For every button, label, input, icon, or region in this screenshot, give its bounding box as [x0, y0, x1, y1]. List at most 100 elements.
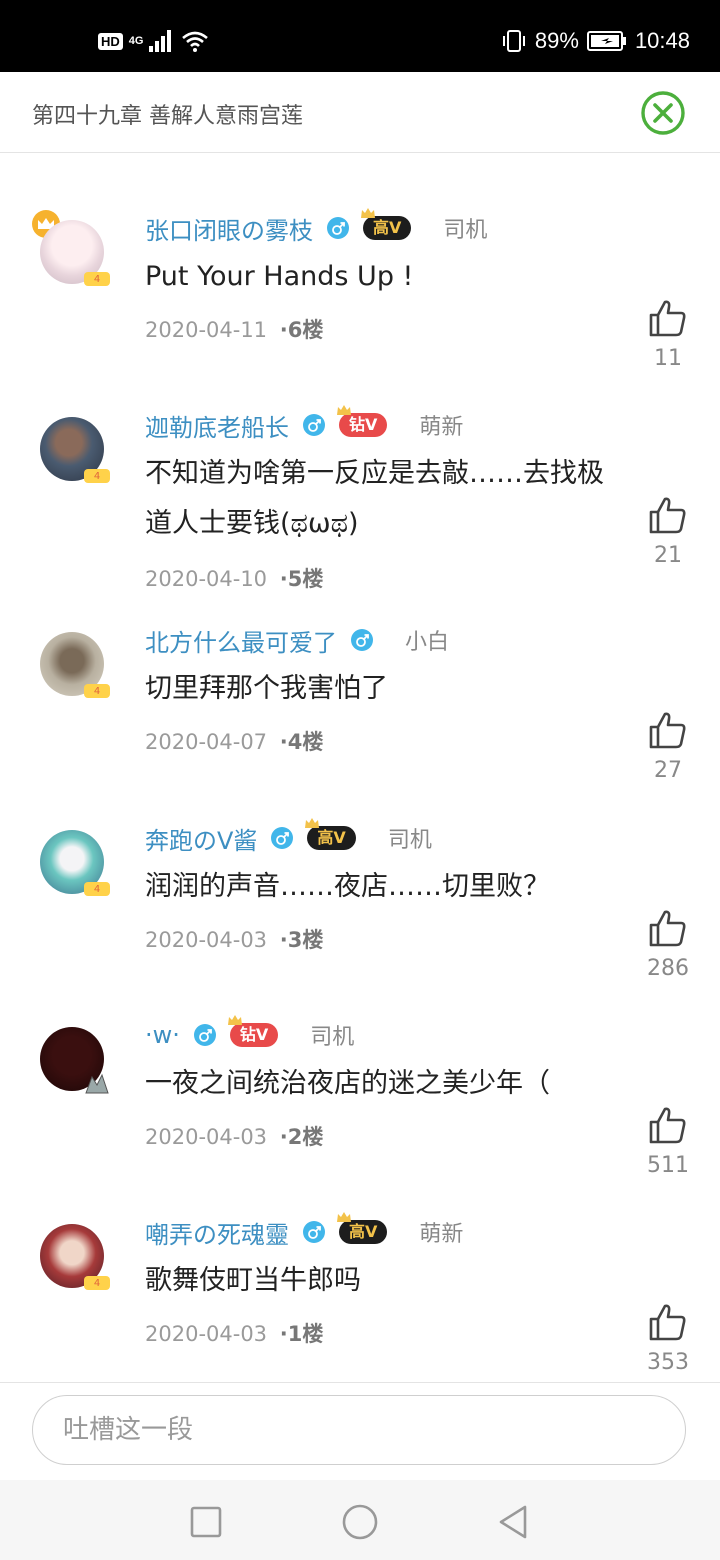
- like-button[interactable]: 353: [642, 1302, 694, 1375]
- level-badge-icon: 4: [84, 684, 110, 698]
- comment-text: 切里拜那个我害怕了: [145, 673, 388, 704]
- battery-percent: 89%: [534, 28, 579, 53]
- male-icon: [303, 414, 325, 436]
- comment-date: 2020-04-03 ·3楼: [145, 924, 323, 954]
- vip-crown-icon: [305, 818, 320, 828]
- vip-badge: 高V: [337, 1212, 388, 1244]
- male-icon: [303, 1221, 325, 1243]
- comment-meta: 张口闭眼の雾枝 高V 司机: [145, 208, 487, 246]
- thumbs-up-icon: [649, 497, 686, 534]
- username[interactable]: ·w·: [145, 1021, 180, 1049]
- date: 2020-04-03: [145, 1322, 268, 1346]
- username[interactable]: 张口闭眼の雾枝: [145, 211, 313, 246]
- user-role: 司机: [387, 828, 432, 853]
- like-count: 511: [647, 1153, 689, 1178]
- like-count: 27: [654, 758, 682, 783]
- vip-badge: 高V: [361, 208, 412, 240]
- vip-label: 高V: [349, 1222, 378, 1241]
- svg-text:4: 4: [94, 686, 100, 697]
- floor-number: ·1楼: [279, 1322, 324, 1346]
- comment-date: 2020-04-03 ·2楼: [145, 1121, 323, 1151]
- like-button[interactable]: 286: [642, 908, 694, 981]
- like-count: 11: [654, 346, 682, 371]
- like-button[interactable]: 27: [642, 710, 694, 783]
- thumbs-up-icon: [649, 910, 686, 947]
- svg-text:4: 4: [94, 274, 100, 285]
- comment-text: 一夜之间统治夜店的迷之美少年（: [145, 1068, 550, 1099]
- comment-date: 2020-04-10 ·5楼: [145, 563, 323, 593]
- floor-number: ·4楼: [279, 730, 324, 754]
- male-icon: [193, 1024, 216, 1046]
- vip-label: 钻V: [239, 1025, 269, 1044]
- comment-date: 2020-04-11 ·6楼: [145, 314, 323, 344]
- comment-text: Put Your Hands Up !: [145, 261, 414, 292]
- username[interactable]: 北方什么最可爱了: [145, 623, 337, 658]
- chapter-title: 第四十九章 善解人意雨宫莲: [32, 104, 303, 129]
- level-badge-icon: 4: [84, 469, 110, 483]
- vip-crown-icon: [361, 208, 375, 218]
- username[interactable]: 嘲弄の死魂靈: [145, 1215, 289, 1250]
- thumbs-up-icon: [649, 300, 686, 337]
- level-badge-icon: 4: [84, 882, 110, 896]
- male-icon: [351, 629, 373, 651]
- username[interactable]: 奔跑のV酱: [145, 821, 257, 856]
- like-button[interactable]: 21: [642, 495, 694, 568]
- level-badge-icon: 4: [84, 1276, 110, 1290]
- vip-badge: 钻V: [227, 1015, 279, 1047]
- status-left: HD 4G: [98, 30, 209, 52]
- like-count: 286: [647, 956, 689, 981]
- user-role: 萌新: [419, 1222, 464, 1247]
- user-role: 小白: [405, 630, 450, 655]
- vip-badge: 钻V: [337, 405, 388, 437]
- vip-badge: 高V: [305, 818, 356, 850]
- vip-crown-icon: [337, 405, 351, 415]
- date: 2020-04-10: [145, 567, 268, 591]
- home-circle-icon[interactable]: [340, 1502, 380, 1542]
- date: 2020-04-03: [145, 928, 268, 952]
- date: 2020-04-07: [145, 730, 268, 754]
- recent-apps-square-icon[interactable]: [186, 1502, 226, 1542]
- svg-text:4: 4: [94, 1278, 100, 1289]
- user-role: 司机: [310, 1025, 355, 1050]
- comment-text: 润润的声音……夜店……切里败？: [145, 871, 550, 902]
- comment-date: 2020-04-03 ·1楼: [145, 1318, 323, 1348]
- clock: 10:48: [634, 28, 690, 53]
- battery-icon: [586, 31, 626, 51]
- like-count: 353: [647, 1350, 689, 1375]
- comment-date: 2020-04-07 ·4楼: [145, 726, 323, 756]
- svg-text:4: 4: [94, 884, 100, 895]
- vip-label: 钻V: [349, 415, 378, 434]
- level-badge-icon: [85, 1073, 109, 1094]
- wifi-icon: [182, 31, 209, 52]
- comment-list[interactable]: 4 张口闭眼の雾枝 高V 司机 Put Your Hands Up ! 2020…: [0, 153, 720, 1381]
- floor-number: ·2楼: [279, 1125, 324, 1149]
- floor-number: ·3楼: [279, 928, 324, 952]
- comment-text: 歌舞伎町当牛郎吗: [145, 1265, 361, 1296]
- comment-input-bar: [0, 1382, 720, 1481]
- thumbs-up-icon: [649, 1304, 686, 1341]
- like-button[interactable]: 11: [642, 298, 694, 371]
- network-label: 4G: [128, 35, 144, 47]
- like-button[interactable]: 511: [642, 1105, 694, 1178]
- thumbs-up-icon: [649, 712, 686, 749]
- vip-crown-icon: [227, 1015, 242, 1025]
- comment-meta: ·w· 钻V 司机: [145, 1015, 355, 1053]
- system-nav-bar: [0, 1480, 720, 1560]
- back-triangle-icon[interactable]: [494, 1502, 534, 1542]
- comment-meta: 奔跑のV酱 高V 司机: [145, 818, 432, 856]
- vip-crown-icon: [337, 1212, 351, 1222]
- vip-label: 高V: [373, 218, 402, 237]
- vibrate-icon: [502, 30, 525, 52]
- comment-text: 不知道为啥第一反应是去敲……去找极道人士要钱(ಥωಥ): [145, 458, 604, 539]
- vip-label: 高V: [317, 828, 346, 847]
- like-count: 21: [654, 543, 682, 568]
- signal-icon: [149, 30, 172, 52]
- floor-number: ·6楼: [279, 318, 324, 342]
- close-icon[interactable]: [640, 90, 686, 136]
- user-role: 萌新: [419, 415, 464, 440]
- comment-meta: 北方什么最可爱了 小白: [145, 622, 449, 658]
- chapter-header: 第四十九章 善解人意雨宫莲: [0, 72, 720, 153]
- comment-input[interactable]: [32, 1395, 686, 1465]
- username[interactable]: 迦勒底老船长: [145, 408, 289, 443]
- date: 2020-04-11: [145, 318, 268, 342]
